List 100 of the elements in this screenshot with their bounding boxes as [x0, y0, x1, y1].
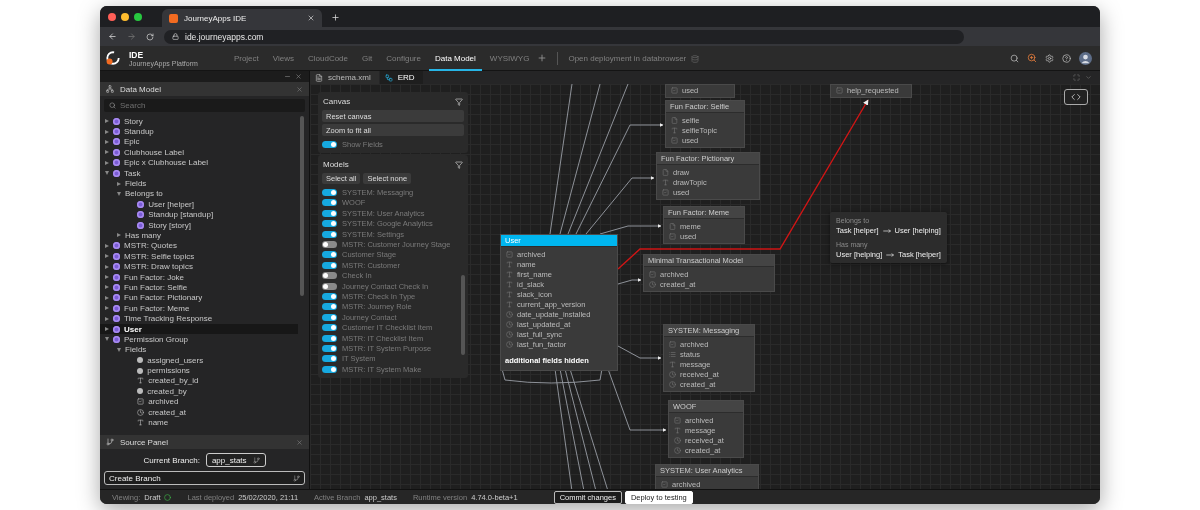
search-icon[interactable]: [1010, 53, 1019, 63]
tree-item[interactable]: MSTR: Quotes: [100, 240, 298, 252]
caret-icon[interactable]: [105, 254, 109, 259]
tree-item[interactable]: Permission Group: [100, 334, 298, 345]
toggle-switch[interactable]: [322, 251, 337, 259]
tree-item[interactable]: MSTR: Draw topics: [100, 261, 298, 272]
toggle-switch[interactable]: [322, 209, 337, 217]
toggle-switch[interactable]: [322, 282, 337, 290]
toggle-switch[interactable]: [322, 140, 337, 148]
nav-tab[interactable]: CloudCode: [302, 45, 354, 71]
tree-item[interactable]: name: [100, 417, 298, 428]
caret-icon[interactable]: [105, 171, 109, 176]
tree-item[interactable]: Has many: [100, 230, 298, 241]
toggle-switch[interactable]: [322, 220, 337, 228]
toggle-switch[interactable]: [322, 303, 337, 311]
branch-button[interactable]: app_stats: [205, 453, 266, 467]
tree-item[interactable]: Story: [100, 116, 298, 127]
toggle-switch[interactable]: [322, 334, 337, 342]
caret-icon[interactable]: [105, 285, 109, 290]
add-icon[interactable]: [537, 53, 548, 63]
caret-icon[interactable]: [105, 243, 109, 248]
toggle-switch[interactable]: [322, 293, 337, 300]
tree-item[interactable]: Clubhouse Label: [100, 147, 298, 158]
tree-item[interactable]: Belongs to: [100, 188, 298, 200]
editor-tab[interactable]: schema.xml: [310, 71, 379, 84]
toggle-switch[interactable]: [322, 355, 337, 363]
toggle-switch[interactable]: [322, 189, 337, 197]
back-icon[interactable]: [108, 32, 117, 41]
tree-item[interactable]: Task: [100, 167, 298, 179]
settings-icon[interactable]: [1045, 53, 1054, 63]
tree-item[interactable]: created_by: [100, 386, 298, 397]
caret-icon[interactable]: [105, 139, 109, 144]
toggle-switch[interactable]: [322, 313, 337, 321]
tree-item[interactable]: Fun Factor: Pictionary: [100, 292, 298, 304]
tree-item[interactable]: Epic x Clubhouse Label: [100, 157, 298, 168]
caret-icon[interactable]: [105, 160, 109, 165]
toggle-switch[interactable]: [322, 199, 337, 207]
caret-icon[interactable]: [105, 150, 109, 155]
address-bar[interactable]: ide.journeyapps.com: [164, 29, 964, 44]
toggle-switch[interactable]: [322, 344, 337, 352]
toggle-switch[interactable]: [322, 365, 337, 373]
caret-icon[interactable]: [105, 306, 109, 311]
tree-item[interactable]: permissions: [100, 365, 298, 376]
nav-tab[interactable]: Git: [356, 45, 379, 71]
toggle-switch[interactable]: [322, 241, 337, 249]
tree-item[interactable]: Fun Factor: Joke: [100, 271, 298, 283]
caret-icon[interactable]: [105, 264, 109, 269]
tree-item[interactable]: Story [story]: [100, 219, 298, 231]
databrowser-link[interactable]: Open deployment in databrowser: [568, 53, 687, 63]
new-tab-icon[interactable]: [331, 12, 340, 22]
toggle-switch[interactable]: [322, 272, 337, 280]
caret-icon[interactable]: [117, 191, 121, 196]
filter-icon[interactable]: [455, 97, 463, 106]
zoom-in-icon[interactable]: [1027, 53, 1037, 63]
tree-item[interactable]: created_by_id: [100, 375, 298, 387]
maximize-window-button[interactable]: [134, 12, 142, 21]
scrollbar[interactable]: [461, 275, 465, 356]
caret-icon[interactable]: [105, 316, 109, 321]
tree-item[interactable]: User: [100, 323, 298, 335]
reload-icon[interactable]: [146, 32, 154, 41]
tree-item[interactable]: MSTR: Selfie topics: [100, 251, 298, 262]
caret-icon[interactable]: [117, 347, 121, 352]
tree-item[interactable]: Fun Factor: Meme: [100, 303, 298, 314]
close-icon[interactable]: [295, 73, 302, 80]
tree-item[interactable]: Standup: [100, 126, 298, 137]
tree-item[interactable]: Standup [standup]: [100, 209, 298, 220]
filter-icon[interactable]: [455, 160, 463, 169]
caret-icon[interactable]: [105, 337, 109, 342]
nav-tab[interactable]: Configure: [380, 45, 427, 71]
tree-item[interactable]: assigned_users: [100, 355, 298, 366]
tree-item[interactable]: Time Tracking Response: [100, 313, 298, 324]
editor-tab[interactable]: ERD: [379, 71, 423, 84]
close-window-button[interactable]: [108, 12, 116, 21]
caret-icon[interactable]: [105, 129, 109, 134]
toggle-switch[interactable]: [322, 324, 337, 332]
minimize-window-button[interactable]: [121, 12, 129, 21]
caret-icon[interactable]: [105, 275, 109, 280]
create-branch-button[interactable]: Create Branch: [104, 471, 305, 485]
help-icon[interactable]: [1062, 53, 1071, 63]
erd-canvas[interactable]: [310, 84, 1100, 489]
nav-tab[interactable]: Views: [266, 45, 300, 71]
tree-item[interactable]: Fun Factor: Selfie: [100, 282, 298, 293]
toggle-switch[interactable]: [322, 230, 337, 238]
caret-icon[interactable]: [117, 181, 121, 186]
avatar[interactable]: [1079, 51, 1092, 65]
caret-icon[interactable]: [105, 295, 109, 300]
tree-item[interactable]: created_at: [100, 406, 298, 418]
nav-tab[interactable]: Project: [227, 45, 265, 71]
tree-item[interactable]: Fields: [100, 344, 298, 355]
minimize-icon[interactable]: [284, 73, 291, 80]
tree-item[interactable]: archived: [100, 396, 298, 407]
scrollbar[interactable]: [300, 116, 304, 296]
caret-icon[interactable]: [105, 119, 109, 124]
tree-item[interactable]: User [helper]: [100, 199, 298, 210]
toggle-switch[interactable]: [322, 261, 337, 269]
caret-icon[interactable]: [117, 233, 121, 238]
tree-item[interactable]: Epic: [100, 136, 298, 148]
caret-icon[interactable]: [105, 327, 109, 331]
tree-item[interactable]: Fields: [100, 178, 298, 189]
code-view-button[interactable]: [1064, 89, 1088, 105]
